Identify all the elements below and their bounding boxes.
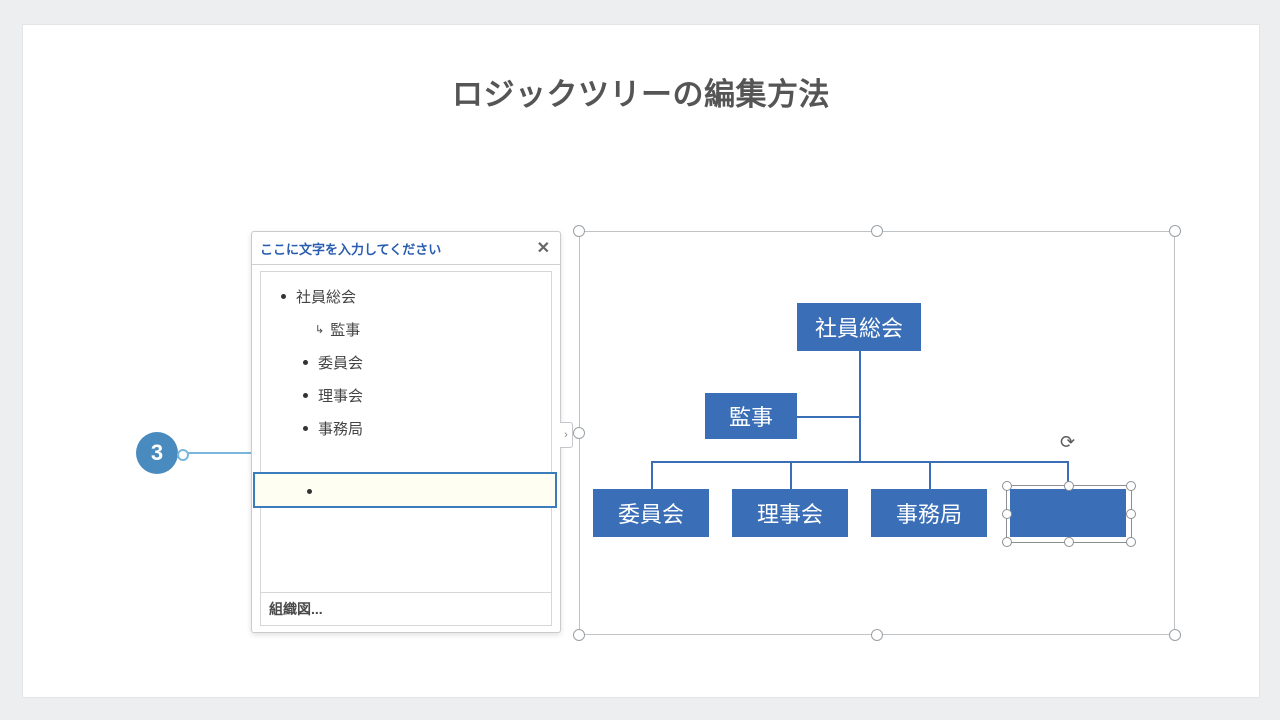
outline-item-label: 監事 (330, 319, 360, 340)
org-node-top[interactable]: 社員総会 (797, 303, 921, 351)
org-node[interactable]: 委員会 (593, 489, 709, 537)
outline-item-label: 事務局 (318, 418, 363, 439)
close-icon[interactable]: ✕ (537, 238, 550, 258)
org-node[interactable]: 事務局 (871, 489, 987, 537)
resize-handle[interactable] (871, 629, 883, 641)
outline-item[interactable]: 理事会 (273, 379, 543, 412)
text-panel[interactable]: ここに文字を入力してください ✕ 社員総会 ↳ 監事 委員会 理事会 事務 (251, 231, 561, 633)
resize-handle[interactable] (1126, 537, 1136, 547)
text-panel-title: ここに文字を入力してください (260, 239, 441, 258)
outline-item-label: 委員会 (318, 352, 363, 373)
org-node-assist[interactable]: 監事 (705, 393, 797, 439)
resize-handle[interactable] (573, 427, 585, 439)
step-leader-line (178, 452, 260, 454)
outline-item-label: 社員総会 (296, 286, 356, 307)
node-selection-frame: ⟳ (1006, 485, 1132, 543)
step-badge: 3 (136, 432, 178, 474)
resize-handle[interactable] (1169, 225, 1181, 237)
slide: ロジックツリーの編集方法 3 ここに文字を入力してください ✕ 社員総会 ↳ 監… (22, 24, 1260, 698)
collapse-panel-button[interactable]: › (560, 422, 573, 448)
resize-handle[interactable] (573, 225, 585, 237)
org-connector (651, 461, 1069, 463)
page-title: ロジックツリーの編集方法 (23, 69, 1259, 114)
text-panel-body[interactable]: 社員総会 ↳ 監事 委員会 理事会 事務局 (260, 271, 552, 609)
resize-handle[interactable] (1002, 481, 1012, 491)
outline-item[interactable]: 委員会 (273, 346, 543, 379)
assist-arrow-icon: ↳ (315, 323, 324, 336)
resize-handle[interactable] (871, 225, 883, 237)
resize-handle[interactable] (1002, 537, 1012, 547)
resize-handle[interactable] (1064, 537, 1074, 547)
outline-item-assist[interactable]: ↳ 監事 (273, 313, 543, 346)
org-node[interactable]: 理事会 (732, 489, 848, 537)
outline-item[interactable]: 事務局 (273, 412, 543, 445)
outline-item-label: 理事会 (318, 385, 363, 406)
resize-handle[interactable] (1126, 481, 1136, 491)
rotate-handle-icon[interactable]: ⟳ (1060, 432, 1075, 453)
org-connector (651, 461, 653, 489)
resize-handle[interactable] (573, 629, 585, 641)
org-connector (790, 461, 792, 489)
org-connector (929, 461, 931, 489)
resize-handle[interactable] (1126, 509, 1136, 519)
resize-handle[interactable] (1064, 481, 1074, 491)
org-connector (859, 351, 861, 461)
smartart-canvas[interactable]: 社員総会 監事 委員会 理事会 事務局 ⟳ (579, 231, 1175, 635)
text-panel-header: ここに文字を入力してください ✕ (252, 232, 560, 265)
outline-item-root[interactable]: 社員総会 (273, 280, 543, 313)
resize-handle[interactable] (1002, 509, 1012, 519)
resize-handle[interactable] (1169, 629, 1181, 641)
canvas-selection-frame (579, 231, 1175, 635)
text-panel-footer: 組織図... (260, 592, 552, 626)
outline-item-selected[interactable] (253, 472, 557, 508)
